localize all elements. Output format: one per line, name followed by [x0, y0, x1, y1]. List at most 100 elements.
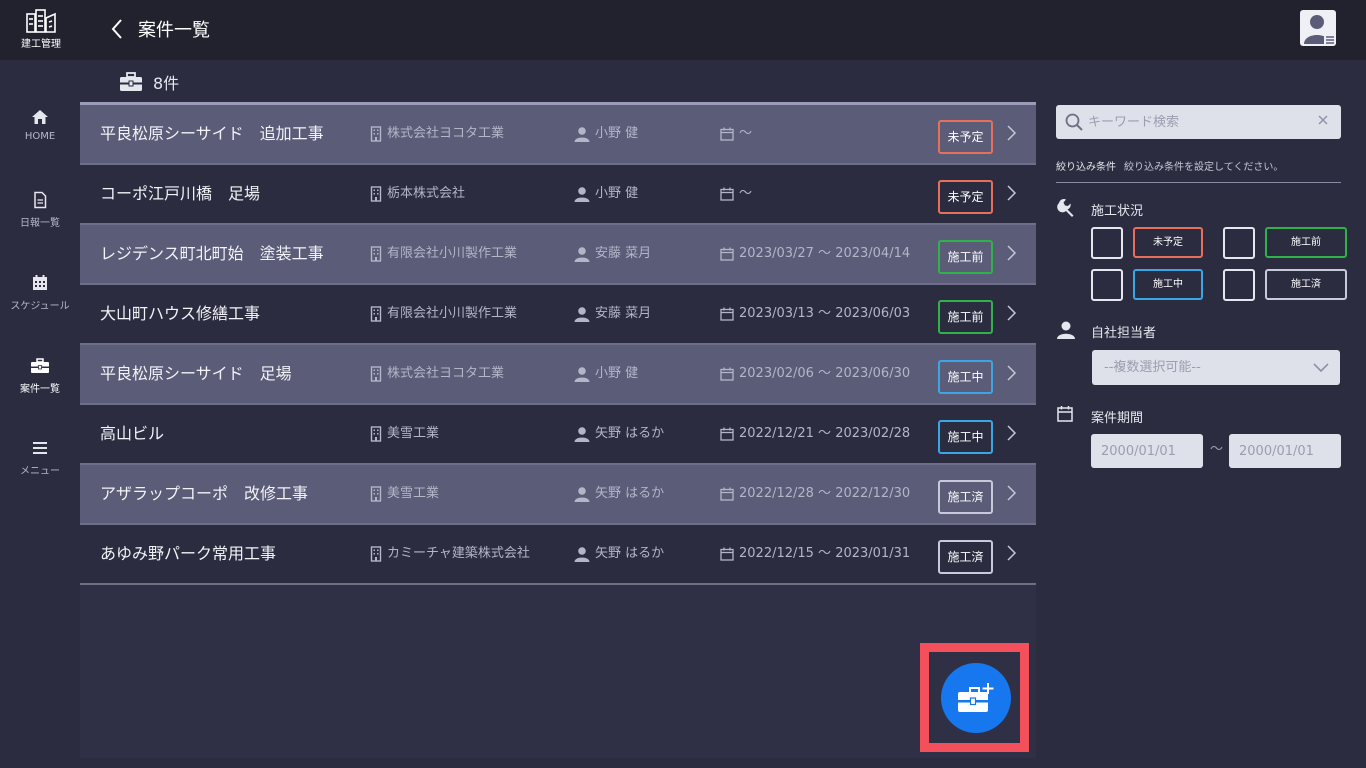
- status-checkbox-unscheduled[interactable]: [1091, 227, 1123, 259]
- staff-select-placeholder: --複数選択可能--: [1104, 360, 1201, 375]
- project-row[interactable]: あゆみ野パーク常用工事 カミーチャ建築株式会社 矢野 はるか 2022/12/15 ～…: [80, 525, 1036, 585]
- page-title: 案件一覧: [138, 20, 210, 41]
- sidebar-item-schedule[interactable]: スケジュール: [0, 274, 80, 334]
- keyword-search-input[interactable]: [1088, 105, 1308, 139]
- period-end-input[interactable]: [1229, 434, 1341, 468]
- company-text: 美雪工業: [387, 486, 440, 501]
- project-company: 有限会社小川製作工業: [370, 225, 517, 283]
- project-name: 大山町ハウス修繕工事: [100, 304, 261, 323]
- project-company: カミーチャ建築株式会社: [370, 525, 530, 583]
- home-icon: [32, 110, 48, 124]
- project-name: 平良松原シーサイド 追加工事: [100, 124, 324, 143]
- filter-condition: 絞り込み条件 絞り込み条件を設定してください。: [1056, 158, 1283, 173]
- project-company: 栃本株式会社: [370, 165, 465, 223]
- person-text: 安藤 菜月: [595, 246, 652, 261]
- project-period: 2022/12/28 ～ 2022/12/30: [720, 465, 910, 523]
- back-button[interactable]: [106, 15, 130, 43]
- company-text: 有限会社小川製作工業: [387, 306, 518, 321]
- sidebar-item-home[interactable]: HOME: [0, 108, 80, 168]
- status-checkbox-in-progress[interactable]: [1091, 269, 1123, 301]
- app-header: 建工管理 案件一覧: [0, 0, 1366, 60]
- company-text: 有限会社小川製作工業: [387, 246, 518, 261]
- person-icon: [574, 187, 590, 202]
- project-count: 8件: [119, 70, 179, 94]
- person-icon: [574, 487, 590, 502]
- sidebar-item-menu[interactable]: メニュー: [0, 439, 80, 499]
- status-badge: 施工前: [938, 240, 993, 274]
- sidebar-item-label: スケジュール: [10, 301, 70, 312]
- person-text: 小野 健: [595, 126, 639, 141]
- project-row[interactable]: アザラップコーポ 改修工事 美雪工業 矢野 はるか 2022/12/28 ～ 2022…: [80, 465, 1036, 525]
- filter-condition-hint: 絞り込み条件を設定してください。: [1124, 162, 1284, 173]
- project-company: 株式会社ヨコタ工業: [370, 105, 504, 163]
- status-chip-unscheduled[interactable]: 未予定: [1133, 227, 1203, 258]
- project-name: あゆみ野パーク常用工事: [100, 544, 277, 563]
- status-checkbox-before[interactable]: [1223, 227, 1255, 259]
- person-icon: [1057, 321, 1075, 339]
- project-person: 矢野 はるか: [574, 465, 664, 523]
- period-start-input[interactable]: [1091, 434, 1203, 468]
- project-period: ～: [720, 165, 752, 223]
- project-person: 小野 健: [574, 105, 638, 163]
- project-list: 平良松原シーサイド 追加工事 株式会社ヨコタ工業 小野 健～未予定 コーポ江戸川橋 足…: [80, 102, 1036, 758]
- person-icon: [574, 367, 590, 382]
- user-avatar-button[interactable]: [1300, 10, 1336, 46]
- project-person: 矢野 はるか: [574, 525, 664, 583]
- project-name: アザラップコーポ 改修工事: [100, 484, 309, 503]
- sidebar-item-label: HOME: [24, 131, 56, 142]
- company-text: 栃本株式会社: [387, 186, 466, 201]
- staff-section-title: 自社担当者: [1091, 326, 1157, 341]
- status-chip-in-progress[interactable]: 施工中: [1133, 269, 1203, 300]
- person-icon: [574, 427, 590, 442]
- sidebar-item-daily-reports[interactable]: 日報一覧: [0, 191, 80, 251]
- person-icon: [574, 247, 590, 262]
- status-chip-before[interactable]: 施工前: [1265, 227, 1347, 258]
- chevron-right-icon: [1007, 185, 1017, 201]
- period-section-title: 案件期間: [1091, 411, 1144, 426]
- project-period: ～: [720, 105, 752, 163]
- status-checkbox-completed[interactable]: [1223, 269, 1255, 301]
- calendar-icon: [720, 427, 734, 441]
- calendar-icon: [720, 547, 734, 561]
- building-icon: [370, 366, 382, 382]
- building-icon: [370, 546, 382, 562]
- add-project-button[interactable]: [941, 663, 1011, 733]
- building-icon: [370, 306, 382, 322]
- chevron-right-icon: [1007, 485, 1017, 501]
- status-badge: 未予定: [938, 180, 993, 214]
- sidebar-item-label: メニュー: [20, 466, 60, 477]
- project-row[interactable]: 高山ビル 美雪工業 矢野 はるか 2022/12/21 ～ 2023/02/28 施工中: [80, 405, 1036, 465]
- period-text: 2023/02/06 ～ 2023/06/30: [739, 366, 911, 381]
- clear-search-icon[interactable]: [1316, 113, 1330, 127]
- period-text: 2023/03/13 ～ 2023/06/03: [739, 306, 911, 321]
- company-text: 株式会社ヨコタ工業: [387, 126, 505, 141]
- period-text: 2022/12/21 ～ 2023/02/28: [739, 426, 911, 441]
- chevron-right-icon: [1007, 305, 1017, 321]
- company-text: 株式会社ヨコタ工業: [387, 366, 505, 381]
- project-row[interactable]: レジデンス町北町始 塗装工事 有限会社小川製作工業 安藤 菜月 2023/03/27 …: [80, 225, 1036, 285]
- project-row[interactable]: コーポ江戸川橋 足場 栃本株式会社 小野 健 ～ 未予定: [80, 165, 1036, 225]
- building-icon: [370, 486, 382, 502]
- chevron-down-icon: [1313, 363, 1329, 373]
- sidebar-item-projects[interactable]: 案件一覧: [0, 357, 80, 417]
- calendar-icon: [720, 187, 734, 201]
- staff-select[interactable]: --複数選択可能--: [1092, 350, 1340, 385]
- count-text: 8件: [153, 74, 180, 93]
- briefcase-icon: [31, 358, 49, 373]
- project-row[interactable]: 平良松原シーサイド 追加工事 株式会社ヨコタ工業 小野 健 ～ 未予定: [80, 105, 1036, 165]
- building-icon: [370, 126, 382, 142]
- sidebar-item-label: 案件一覧: [20, 384, 60, 395]
- project-row[interactable]: 大山町ハウス修繕工事 有限会社小川製作工業 安藤 菜月 2023/03/13 ～ 20…: [80, 285, 1036, 345]
- period-text: 2023/03/27 ～ 2023/04/14: [739, 246, 911, 261]
- project-person: 安藤 菜月: [574, 285, 651, 343]
- date-separator: ～: [1210, 442, 1224, 457]
- calendar-icon: [720, 127, 734, 141]
- app-logo[interactable]: 建工管理: [14, 8, 68, 54]
- calendar-icon: [720, 307, 734, 321]
- status-chip-completed[interactable]: 施工済: [1265, 269, 1347, 300]
- project-row[interactable]: 平良松原シーサイド 足場 株式会社ヨコタ工業 小野 健 2023/02/06 ～ 20…: [80, 345, 1036, 405]
- user-profile-icon: [1304, 15, 1336, 46]
- add-briefcase-icon: [958, 683, 994, 712]
- period-text: ～: [739, 186, 753, 201]
- company-text: 美雪工業: [387, 426, 440, 441]
